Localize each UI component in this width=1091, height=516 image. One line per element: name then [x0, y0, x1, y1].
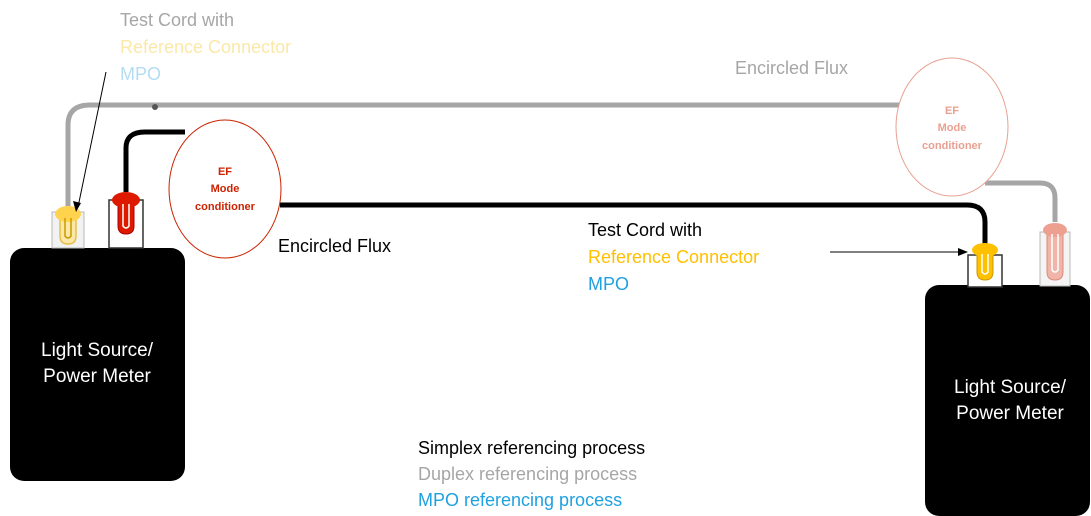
top-left-leader-line — [77, 71, 107, 208]
left-device-line1: Light Source/ — [41, 340, 154, 361]
left-port-yellow-connector — [51, 206, 85, 249]
left-device — [10, 248, 185, 481]
ef-right-line2: Mode — [938, 122, 967, 134]
ef-left-line3: conditioner — [195, 201, 256, 213]
encircled-flux-mid-label: Encircled Flux — [278, 236, 391, 256]
mid-label-line3: MPO — [588, 274, 629, 294]
ef-left-line1: EF — [218, 166, 232, 178]
left-device-line2: Power Meter — [43, 366, 151, 387]
legend-simplex: Simplex referencing process — [418, 438, 645, 458]
right-port-pale-red-connector — [1039, 223, 1071, 287]
top-left-label-line2: Reference Connector — [120, 37, 291, 57]
right-device-line1: Light Source/ — [954, 377, 1067, 398]
cable-junction-dot — [152, 104, 158, 110]
mid-arrowhead — [958, 248, 968, 256]
right-device-line2: Power Meter — [956, 403, 1064, 424]
legend-duplex: Duplex referencing process — [418, 464, 637, 484]
ef-right-line3: conditioner — [922, 140, 983, 152]
mid-label-line2: Reference Connector — [588, 247, 759, 267]
ef-left-line2: Mode — [211, 183, 240, 195]
top-left-label-line1: Test Cord with — [120, 10, 234, 30]
encircled-flux-top-label: Encircled Flux — [735, 58, 848, 78]
ef-right-line1: EF — [945, 105, 959, 117]
diagram-canvas: EF Mode conditioner EF Mode conditioner … — [10, 10, 1090, 516]
right-device — [925, 285, 1090, 516]
top-left-label-line3: MPO — [120, 64, 161, 84]
right-port-yellow-connector — [967, 243, 1003, 288]
mid-label-line1: Test Cord with — [588, 220, 702, 240]
duplex-cable-right — [985, 180, 1058, 222]
legend-mpo: MPO referencing process — [418, 490, 622, 510]
left-port-red-connector — [108, 192, 144, 249]
